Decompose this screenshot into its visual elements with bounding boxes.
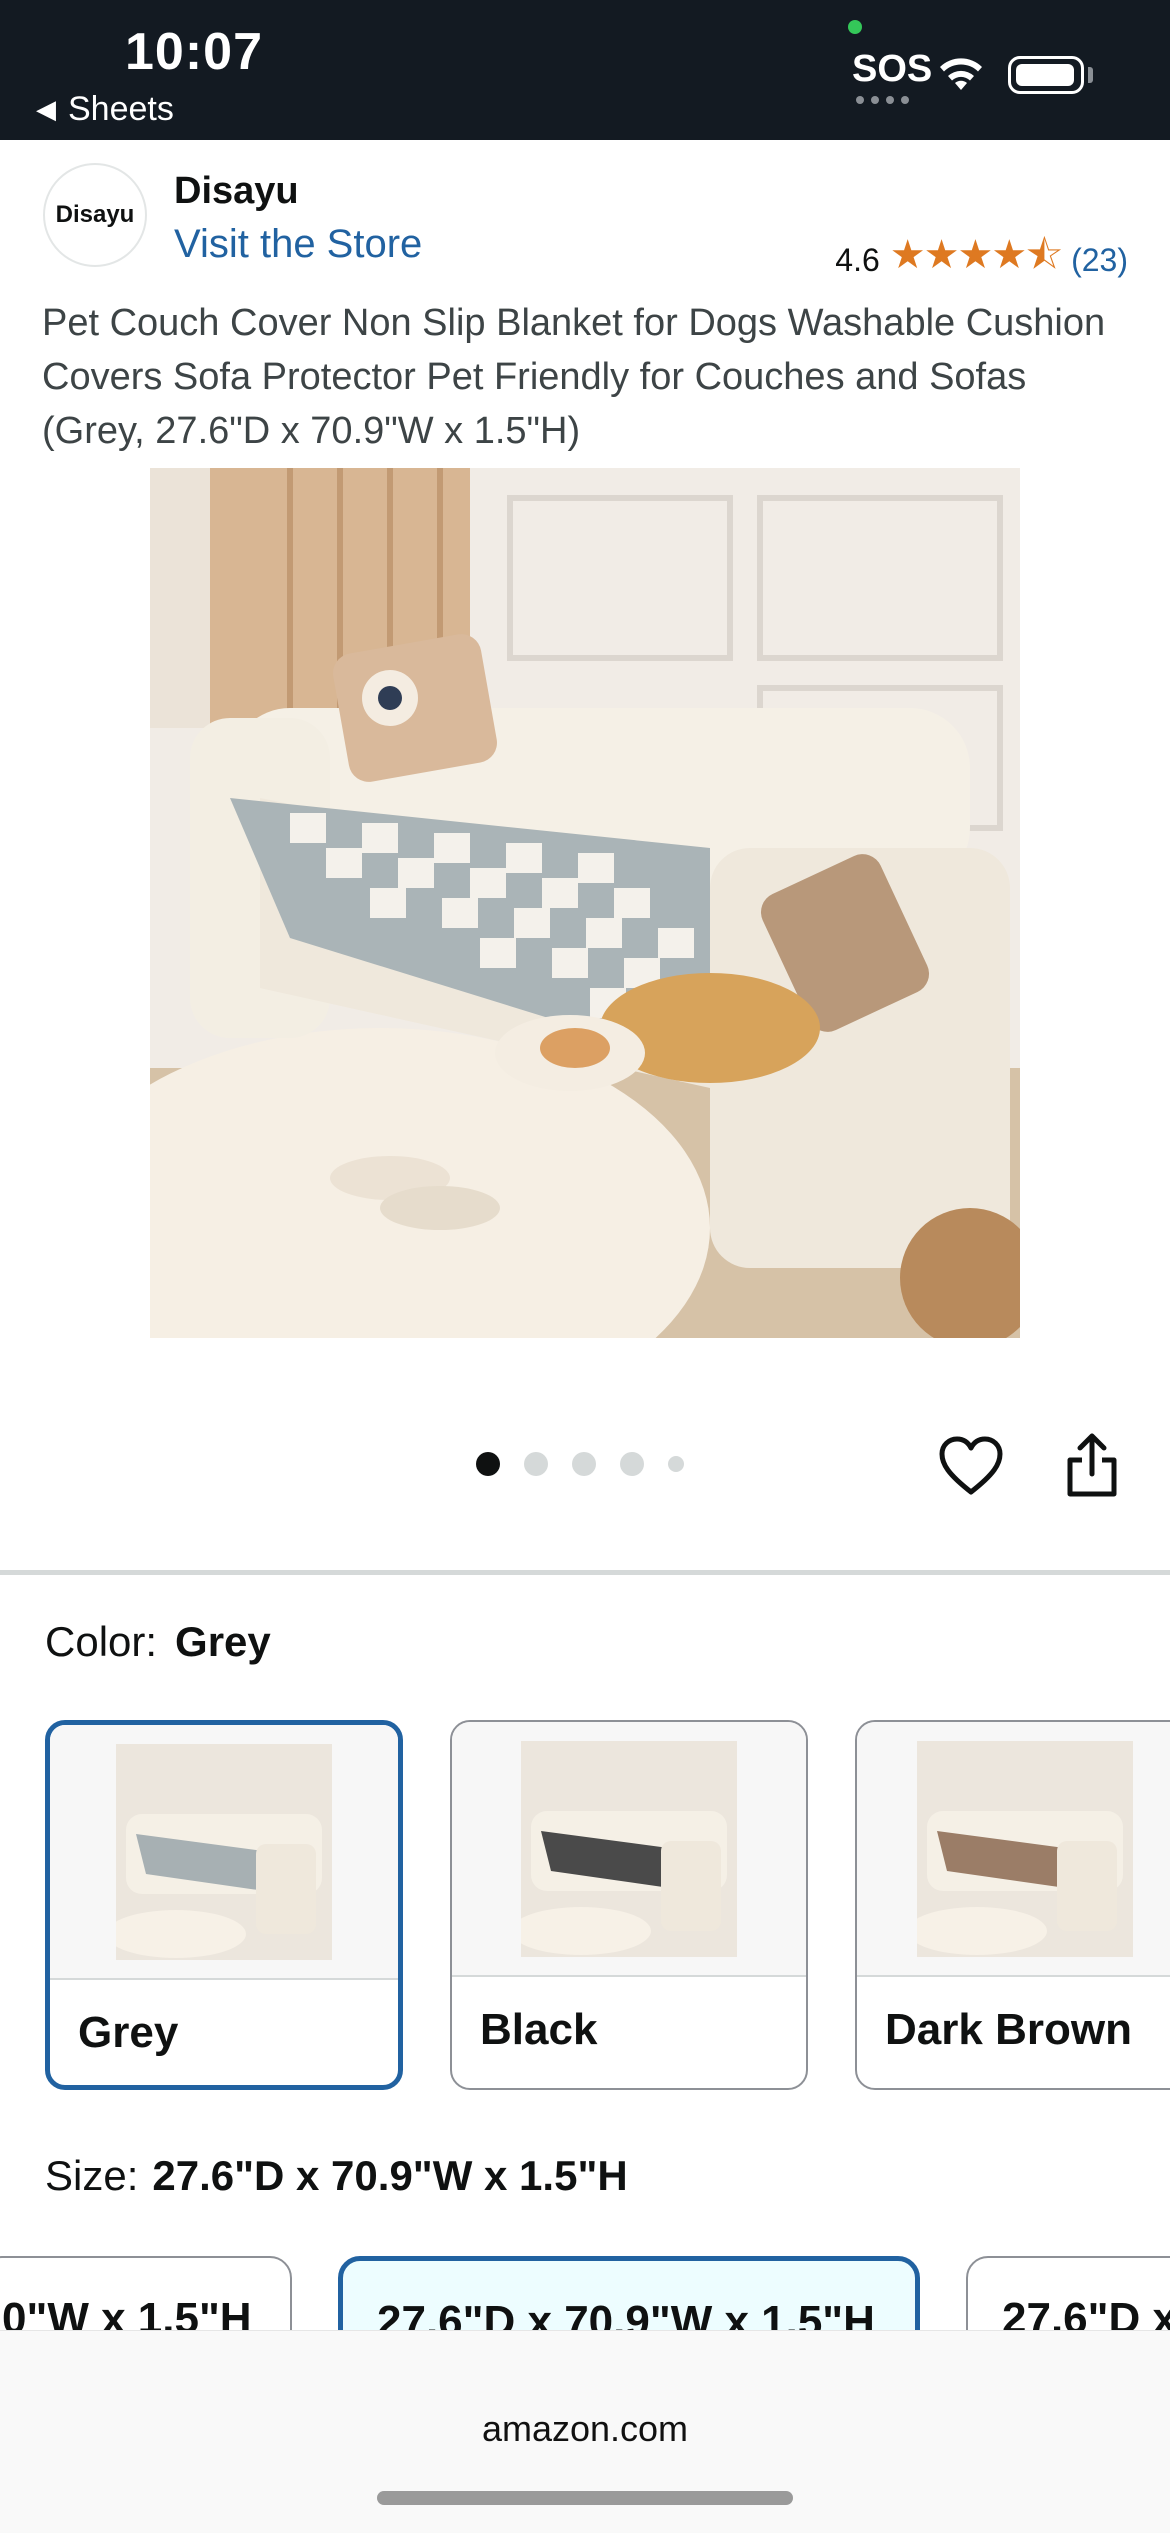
color-thumbnail-dark-brown — [857, 1722, 1170, 1977]
size-selection-header: Size: 27.6"D x 70.9"W x 1.5"H — [45, 2152, 628, 2200]
store-logo-text: Disayu — [55, 201, 135, 228]
camera-indicator-icon — [848, 20, 862, 34]
product-title: Pet Couch Cover Non Slip Blanket for Dog… — [42, 302, 1106, 452]
section-divider — [0, 1570, 1170, 1575]
image-carousel-dots[interactable] — [476, 1452, 684, 1476]
store-name: Disayu — [174, 170, 299, 212]
color-thumbnail-black — [452, 1722, 806, 1977]
color-option-dark-brown[interactable]: Dark Brown — [855, 1720, 1170, 2090]
signal-dots-icon — [856, 96, 909, 104]
store-logo[interactable]: Disayu — [43, 163, 147, 267]
share-icon[interactable] — [1064, 1432, 1120, 1498]
review-count-link[interactable]: (23) — [1071, 242, 1128, 279]
carousel-dot-1[interactable] — [476, 1452, 500, 1476]
color-option-black[interactable]: Black — [450, 1720, 808, 2090]
carousel-dot-2[interactable] — [524, 1452, 548, 1476]
back-to-app-button[interactable]: ◀ Sheets — [36, 90, 174, 129]
color-option-label: Black — [480, 2005, 598, 2054]
battery-icon — [1008, 56, 1084, 94]
rating-value: 4.6 — [835, 241, 880, 278]
clock: 10:07 — [125, 23, 263, 81]
carousel-dot-3[interactable] — [572, 1452, 596, 1476]
color-option-label: Grey — [78, 2008, 179, 2057]
sos-indicator: SOS — [852, 48, 933, 90]
size-label: Size: — [45, 2152, 139, 2199]
back-arrow-icon: ◀ — [36, 94, 56, 124]
selected-color: Grey — [175, 1618, 271, 1665]
star-rating-icon: ★★★★⯪ — [889, 233, 1063, 277]
status-bar: 10:07 ◀ Sheets SOS — [0, 0, 1170, 140]
visit-store-link[interactable]: Visit the Store — [174, 222, 422, 267]
carousel-dot-5[interactable] — [668, 1456, 684, 1472]
product-image[interactable] — [150, 468, 1020, 1338]
color-label: Color: — [45, 1618, 158, 1665]
color-thumbnail-grey — [50, 1725, 398, 1980]
home-indicator[interactable] — [377, 2491, 793, 2505]
heart-icon[interactable] — [938, 1436, 1004, 1496]
back-app-label: Sheets — [68, 90, 174, 128]
color-selection-header: Color: Grey — [45, 1618, 271, 1666]
sofa-photo-illustration — [150, 468, 1020, 1338]
battery-tip — [1088, 67, 1093, 83]
wifi-icon — [940, 58, 982, 90]
carousel-dot-4[interactable] — [620, 1452, 644, 1476]
color-option-grey[interactable]: Grey — [45, 1720, 403, 2090]
color-option-label: Dark Brown — [885, 2005, 1132, 2054]
selected-size: 27.6"D x 70.9"W x 1.5"H — [152, 2152, 628, 2199]
address-bar[interactable]: amazon.com — [0, 2408, 1170, 2450]
rating-summary[interactable]: 4.6 ★★★★⯪ (23) — [835, 226, 1128, 294]
